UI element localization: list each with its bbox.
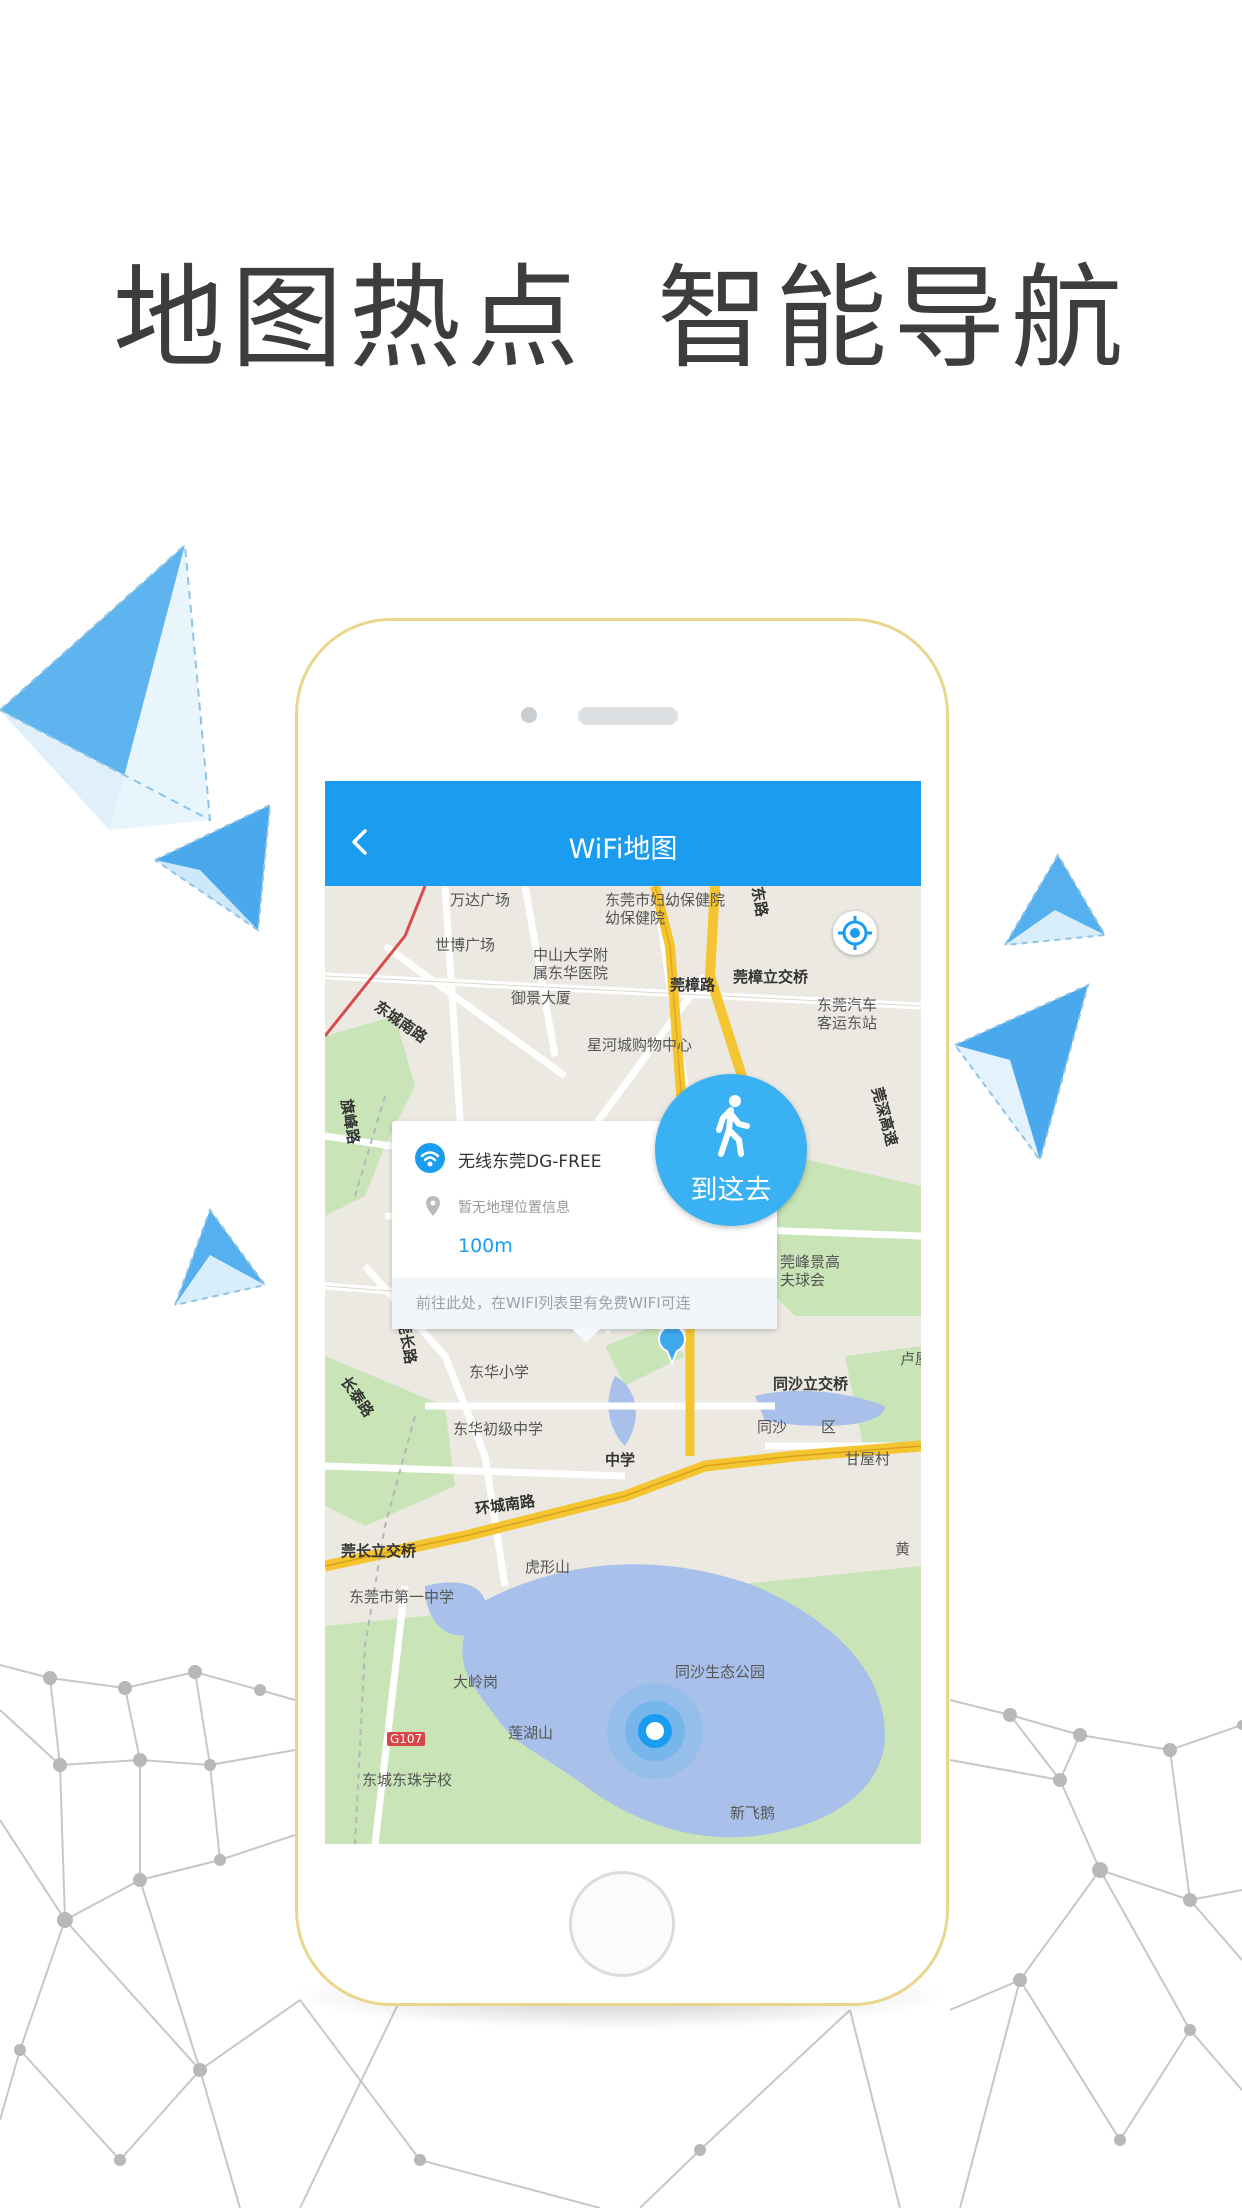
map-label-guanzhang-rd: 莞樟路 — [670, 976, 716, 994]
hotspot-address: 暂无地理位置信息 — [458, 1200, 570, 1216]
paper-plane-decoration-left — [0, 542, 272, 1306]
map-label-tongsha: 同沙 — [757, 1418, 788, 1436]
map-label-wanda: 万达广场 — [450, 891, 511, 909]
wifi-icon — [415, 1143, 445, 1173]
map-label-lianhu: 莲湖山 — [508, 1724, 554, 1742]
walking-person-icon — [716, 1095, 750, 1157]
location-pin-icon — [426, 1196, 440, 1216]
earpiece-speaker — [578, 707, 678, 725]
map-label-huang: 黄 — [895, 1540, 911, 1558]
map-label-xinghe: 星河城购物中心 — [587, 1036, 693, 1054]
map-label-luzhi: 卢屋 — [900, 1350, 921, 1368]
locate-crosshair-icon — [838, 916, 872, 950]
map-label-donghua-xiao: 东华小学 — [469, 1363, 530, 1381]
map-label-donghua-mid: 东华初级中学 — [453, 1420, 544, 1438]
map-label-tongsha-bridge: 同沙立交桥 — [773, 1375, 849, 1393]
map-label-dg1: 东莞市第一中学 — [349, 1588, 455, 1606]
map-label-dongzhu: 东城东珠学校 — [362, 1771, 453, 1789]
map-label-g107: G107 — [387, 1732, 426, 1746]
popup-pointer — [572, 1329, 600, 1343]
hotspot-name: 无线东莞DG-FREE — [458, 1152, 602, 1172]
map-label-shibo: 世博广场 — [435, 936, 496, 954]
headline-part1: 地图热点 — [113, 254, 585, 384]
map-label-maternity2: 幼保健院 — [605, 909, 666, 927]
map-label-jingfeng2: 夫球会 — [780, 1271, 826, 1289]
locate-button[interactable] — [833, 911, 877, 955]
map-label-zhongshan2: 属东华医院 — [533, 964, 609, 982]
map-view[interactable]: 万达广场 东莞市妇幼保健院 幼保健院 世博广场 中山大学附 属东华医院 御景大厦… — [325, 885, 921, 1844]
map-label-eco-park: 同沙生态公园 — [675, 1663, 766, 1681]
go-here-button[interactable]: 到这去 — [655, 1074, 807, 1226]
hotspot-hint: 前往此处，在WIFI列表里有免费WIFI可连 — [392, 1277, 777, 1329]
map-label-daling: 大岭岗 — [453, 1673, 499, 1691]
go-here-label: 到这去 — [690, 1175, 772, 1206]
app-navbar: WiFi地图 — [325, 781, 921, 886]
phone-screen: WiFi地图 万达广场 东莞市妇幼保健院 幼保健院 世博广场 中山大学附 属东华… — [325, 781, 921, 1844]
map-label-guanchang-bridge: 莞长立交桥 — [341, 1542, 417, 1560]
paper-plane-decoration-right — [954, 853, 1107, 1163]
map-label-zhong: 中学 — [605, 1451, 636, 1469]
map-label-guanzhang-bridge: 莞樟立交桥 — [733, 968, 809, 986]
map-label-xinfei: 新飞鹅 — [730, 1804, 776, 1822]
page-title: WiFi地图 — [568, 834, 678, 865]
headline-part2: 智能导航 — [657, 254, 1129, 384]
hotspot-distance: 100m — [458, 1235, 513, 1257]
map-label-yujing: 御景大厦 — [511, 989, 572, 1007]
map-label-ganwu: 甘屋村 — [845, 1450, 891, 1468]
front-camera — [521, 707, 537, 723]
headline: 地图热点 智能导航 — [0, 228, 1242, 390]
map-label-huxing: 虎形山 — [525, 1558, 571, 1576]
map-label-qu: 区 — [821, 1418, 837, 1436]
map-label-bus2: 客运东站 — [817, 1014, 878, 1032]
home-button — [569, 1871, 675, 1977]
